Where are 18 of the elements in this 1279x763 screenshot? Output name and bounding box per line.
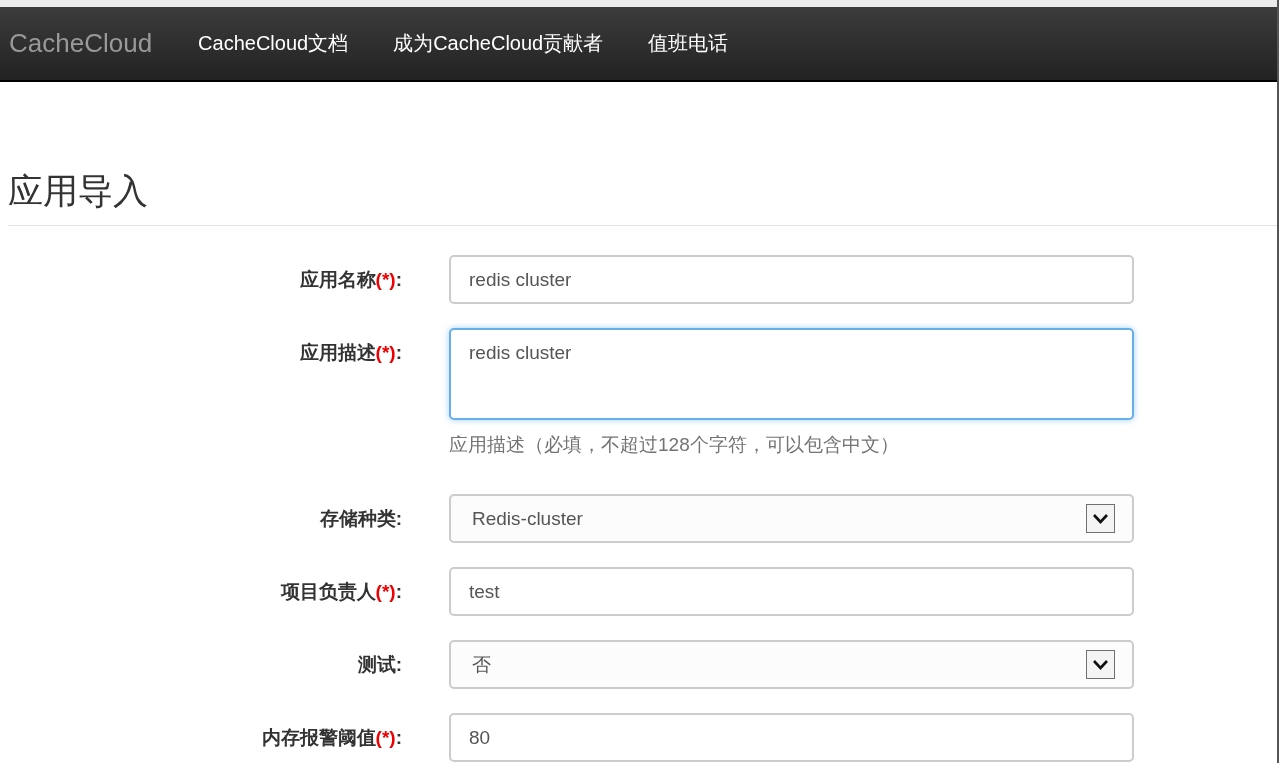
description-field[interactable]: redis cluster (449, 328, 1134, 420)
text-field[interactable]: redis cluster (449, 255, 1134, 304)
brand-link[interactable]: CacheCloud (9, 28, 153, 59)
nav-link[interactable]: 成为CacheCloud贡献者 (393, 30, 604, 57)
field-label: 测试: (356, 653, 402, 677)
help-text: 应用描述（必填，不超过128个字符，可以包含中文） (449, 433, 900, 457)
nav-link[interactable]: 值班电话 (648, 30, 729, 57)
text-field[interactable]: 80 (449, 713, 1134, 762)
nav-link[interactable]: CacheCloud文档 (198, 30, 349, 57)
select-dropdown[interactable]: Redis-cluster (449, 494, 1134, 543)
field-label: 项目负责人(*): (279, 580, 402, 604)
field-label: 存储种类: (318, 507, 402, 531)
page-title: 应用导入 (8, 168, 1277, 226)
field-label: 应用描述(*): (298, 341, 402, 365)
field-label: 内存报警阈值(*): (260, 726, 402, 750)
select-dropdown[interactable]: 否 (449, 640, 1134, 689)
text-field[interactable]: test (449, 567, 1134, 616)
field-label: 应用名称(*): (298, 268, 402, 292)
